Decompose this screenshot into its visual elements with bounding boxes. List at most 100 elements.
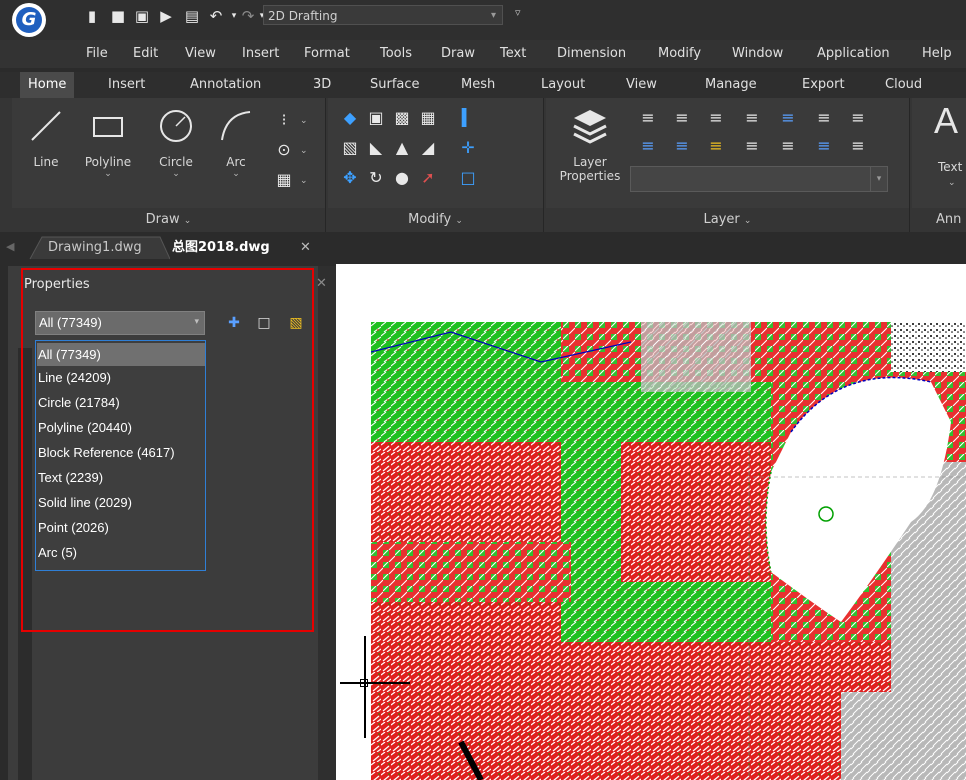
chevron-down-icon[interactable]: ⌄ (300, 116, 308, 126)
layer-thaw-icon[interactable]: ≡ (672, 136, 692, 156)
workspace-value: 2D Drafting (268, 9, 338, 23)
tab-manage[interactable]: Manage (697, 72, 765, 98)
fillet-icon[interactable]: ◢ (418, 138, 438, 158)
tab-export[interactable]: Export (794, 72, 853, 98)
chevron-down-icon: ⌄ (172, 169, 180, 179)
layer-isolate-icon[interactable]: ≡ (778, 108, 798, 128)
layer-on-icon[interactable]: ≡ (638, 136, 658, 156)
menu-tools[interactable]: Tools (380, 46, 412, 61)
layer-state-icon[interactable]: ≡ (848, 136, 868, 156)
explode-icon[interactable]: □ (458, 168, 478, 188)
arc-button[interactable]: Arc ⌄ (212, 106, 260, 179)
point-array-icon[interactable]: ⁝ (274, 110, 294, 130)
tab-insert[interactable]: Insert (100, 72, 153, 98)
close-icon[interactable]: ✕ (316, 276, 327, 291)
chevron-down-icon[interactable]: ⌄ (948, 178, 956, 188)
scale-icon[interactable]: ◣ (366, 138, 386, 158)
tab-annotation[interactable]: Annotation (182, 72, 269, 98)
menu-text[interactable]: Text (500, 46, 526, 61)
layer-lock-icon[interactable]: ≡ (706, 108, 726, 128)
polyline-label: Polyline (84, 155, 132, 169)
break-icon[interactable]: ✛ (458, 138, 478, 158)
open-folder-icon[interactable]: ■ (110, 8, 126, 24)
tab-scroll-left-icon[interactable]: ◀ (6, 240, 14, 253)
close-tab-icon[interactable]: ✕ (300, 240, 311, 255)
mirror-icon[interactable]: ▲ (392, 138, 412, 158)
app-logo-icon[interactable]: G (12, 3, 46, 37)
layer-panel-title[interactable]: Layer ⌄ (546, 208, 909, 232)
palette-scrollbar[interactable] (318, 266, 336, 780)
line-button[interactable]: Line (20, 106, 72, 169)
text-button-label[interactable]: Text (938, 160, 962, 174)
drawing-canvas[interactable] (336, 264, 966, 780)
chevron-down-icon: ▾ (490, 10, 496, 21)
chevron-down-icon: ⌄ (455, 216, 463, 226)
tab-view[interactable]: View (618, 72, 665, 98)
menu-application[interactable]: Application (817, 46, 890, 61)
tab-zongtu2018[interactable]: 总图2018.dwg (172, 236, 270, 260)
layer-freeze-icon[interactable]: ≡ (672, 108, 692, 128)
stretch-icon[interactable]: ▧ (340, 138, 360, 158)
undo-icon[interactable]: ↶ (208, 8, 224, 24)
copy-icon[interactable]: ▣ (366, 108, 386, 128)
tab-mesh[interactable]: Mesh (453, 72, 503, 98)
draw-panel-title[interactable]: Draw ⌄ (12, 208, 325, 232)
layer-previous-icon[interactable]: ≡ (814, 108, 834, 128)
save-icon[interactable]: ▣ (134, 8, 150, 24)
menu-window[interactable]: Window (732, 46, 783, 61)
polyline-button[interactable]: Polyline ⌄ (76, 106, 140, 179)
array-icon[interactable]: ▦ (418, 108, 438, 128)
tab-drawing1[interactable]: Drawing1.dwg (48, 236, 142, 260)
trim-icon[interactable]: ➚ (418, 168, 438, 188)
layer-unlock-icon[interactable]: ≡ (706, 136, 726, 156)
chevron-down-icon: ⌄ (743, 216, 752, 226)
tab-cloud[interactable]: Cloud (877, 72, 930, 98)
align-icon[interactable]: ▍ (458, 108, 478, 128)
tab-home[interactable]: Home (20, 72, 75, 98)
layer-delete-icon[interactable]: ≡ (814, 136, 834, 156)
workspace-selector[interactable]: 2D Drafting ▾ (263, 5, 503, 25)
chevron-down-icon[interactable]: ⌄ (300, 176, 308, 186)
layer-dropdown[interactable]: ▾ (630, 166, 888, 192)
layer-match-icon[interactable]: ≡ (742, 108, 762, 128)
menu-insert[interactable]: Insert (242, 46, 279, 61)
layer-properties-button[interactable]: Layer Properties (550, 106, 630, 183)
cursor-pickbox (360, 679, 368, 687)
join-icon[interactable]: ● (392, 168, 412, 188)
save-as-icon[interactable]: ▶ (158, 8, 174, 24)
layer-walk-icon[interactable]: ≡ (848, 108, 868, 128)
modify-panel-title[interactable]: Modify ⌄ (328, 208, 543, 232)
menu-help[interactable]: Help (922, 46, 952, 61)
map-drawing (371, 322, 966, 780)
erase-icon[interactable]: ◆ (340, 108, 360, 128)
line-label: Line (33, 155, 59, 169)
annotation-panel: A Text ⌄ Ann (912, 98, 966, 232)
annotation-panel-title[interactable]: Ann (912, 208, 966, 232)
hatch-icon[interactable]: ▦ (274, 170, 294, 190)
annotation-highlight-box (21, 268, 314, 632)
chevron-down-icon[interactable]: ⌄ (300, 146, 308, 156)
menu-dimension[interactable]: Dimension (557, 46, 626, 61)
tab-layout[interactable]: Layout (533, 72, 593, 98)
tab-3d[interactable]: 3D (305, 72, 339, 98)
point-icon[interactable]: ⊙ (274, 140, 294, 160)
cursor-crosshair-horizontal (340, 682, 410, 684)
rotate-icon[interactable]: ↻ (366, 168, 386, 188)
menu-file[interactable]: File (86, 46, 108, 61)
menu-view[interactable]: View (185, 46, 216, 61)
print-icon[interactable]: ▤ (184, 8, 200, 24)
layer-change-icon[interactable]: ≡ (742, 136, 762, 156)
circle-button[interactable]: Circle ⌄ (148, 106, 204, 179)
text-tool-icon[interactable]: A (934, 100, 958, 142)
menu-format[interactable]: Format (304, 46, 350, 61)
move-icon[interactable]: ✥ (340, 168, 360, 188)
tab-surface[interactable]: Surface (362, 72, 428, 98)
mirror-copy-icon[interactable]: ▩ (392, 108, 412, 128)
menu-modify[interactable]: Modify (658, 46, 701, 61)
customize-toolbar-icon[interactable]: ▿ (515, 6, 521, 19)
layer-off-icon[interactable]: ≡ (638, 108, 658, 128)
menu-draw[interactable]: Draw (441, 46, 475, 61)
menu-edit[interactable]: Edit (133, 46, 158, 61)
layer-merge-icon[interactable]: ≡ (778, 136, 798, 156)
new-file-icon[interactable]: ▮ (84, 8, 100, 24)
